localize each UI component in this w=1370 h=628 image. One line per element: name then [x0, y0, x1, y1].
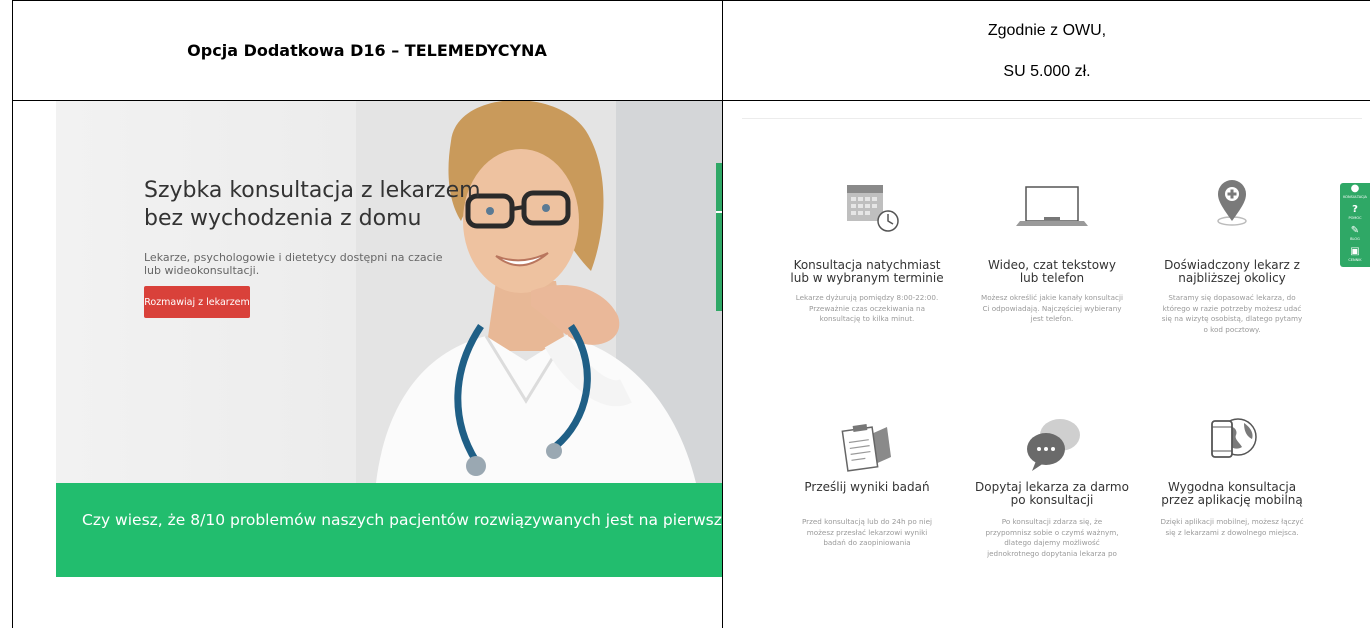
side-menu-help[interactable]: ? POMOC [1340, 204, 1370, 225]
hero-subtitle-line1: Lekarze, psychologowie i dietetycy dostę… [144, 251, 443, 264]
chat-icon: ● [1350, 183, 1360, 194]
money-icon: ▣ [1350, 246, 1360, 257]
table-border-middle [722, 0, 723, 628]
option-title-cell: Opcja Dodatkowa D16 – TELEMEDYCYNA [12, 0, 722, 100]
feature-title: Konsultacja natychmiast lub w wybranym t… [790, 258, 944, 285]
laptop-icon [1002, 171, 1102, 251]
stats-banner-text: Czy wiesz, że 8/10 problemów naszych pac… [82, 511, 722, 529]
floating-side-menu: ● KONSULTACJA ? POMOC ✎ BLOG ▣ CENNIK [1340, 183, 1370, 267]
edit-icon: ✎ [1350, 225, 1360, 236]
feature-description: Dzięki aplikacji mobilnej, możesz łączyć… [1160, 517, 1304, 537]
feature-local-doctor: Doświadczony lekarz z najbliższej okolic… [1147, 161, 1317, 391]
feature-instant-consultation: Konsultacja natychmiast lub w wybranym t… [782, 161, 952, 391]
hero-title-line2: bez wychodzenia z domu [144, 206, 422, 231]
side-menu-pricing[interactable]: ▣ CENNIK [1340, 246, 1370, 267]
stats-banner: Czy wiesz, że 8/10 problemów naszych pac… [56, 483, 722, 577]
chat-bubbles-icon [1002, 407, 1102, 487]
hero-subtitle: Lekarze, psychologowie i dietetycy dostę… [144, 251, 443, 277]
sum-insured-cell: Zgodnie z OWU, SU 5.000 zł. [724, 0, 1370, 100]
feature-title: Doświadczony lekarz z najbliższej okolic… [1164, 258, 1300, 285]
feature-title: Wideo, czat tekstowy lub telefon [988, 258, 1116, 285]
side-menu-blog[interactable]: ✎ BLOG [1340, 225, 1370, 246]
feature-description: Po konsultacji zdarza się, że przypomnis… [985, 517, 1119, 558]
hero-subtitle-line2: lub wideokonsultacji. [144, 264, 260, 277]
feature-title: Wygodna konsultacja przez aplikację mobi… [1161, 480, 1303, 507]
clipboard-folder-icon [817, 409, 917, 489]
hero-title: Szybka konsultacja z lekarzem bez wychod… [144, 177, 481, 233]
feature-mobile-app: Wygodna konsultacja przez aplikację mobi… [1147, 401, 1317, 595]
calendar-clock-icon [817, 171, 917, 251]
hero-title-line1: Szybka konsultacja z lekarzem [144, 178, 481, 203]
side-menu-consultation[interactable]: ● KONSULTACJA [1340, 183, 1370, 204]
doctor-photo [356, 101, 722, 483]
question-icon: ? [1352, 204, 1358, 215]
feature-description: Możesz określić jakie kanały konsultacji… [981, 293, 1123, 323]
telemedicine-hero-screenshot: Szybka konsultacja z lekarzem bez wychod… [56, 101, 722, 577]
feature-description: Lekarze dyżurują pomiędzy 8:00-22:00. Pr… [795, 293, 939, 323]
feature-title: Prześlij wyniki badań [804, 480, 930, 494]
talk-to-doctor-button-label: Rozmawiaj z lekarzem [144, 296, 250, 308]
terms-text: Zgodnie z OWU, [987, 22, 1107, 39]
feature-description: Staramy się dopasować lekarza, do któreg… [1161, 293, 1303, 334]
option-title: Opcja Dodatkowa D16 – TELEMEDYCYNA [187, 40, 547, 60]
feature-description: Przed konsultacją lub do 24h po niej moż… [801, 517, 933, 547]
talk-to-doctor-button[interactable]: Rozmawiaj z lekarzem [144, 286, 250, 318]
hero-side-tabs[interactable] [716, 163, 722, 311]
map-pin-medical-icon [1182, 169, 1282, 249]
feature-video-chat-phone: Wideo, czat tekstowy lub telefon Możesz … [967, 161, 1137, 391]
feature-send-test-results: Prześlij wyniki badań Przed konsultacją … [782, 401, 952, 595]
telemedicine-features-screenshot: Konsultacja natychmiast lub w wybranym t… [730, 101, 1370, 595]
features-top-divider [742, 118, 1362, 119]
sum-insured-text: SU 5.000 zł. [1003, 63, 1091, 80]
feature-free-follow-up: Dopytaj lekarza za darmo po konsultacji … [967, 401, 1137, 595]
feature-title: Dopytaj lekarza za darmo po konsultacji [975, 480, 1129, 507]
phone-globe-icon [1182, 407, 1282, 487]
